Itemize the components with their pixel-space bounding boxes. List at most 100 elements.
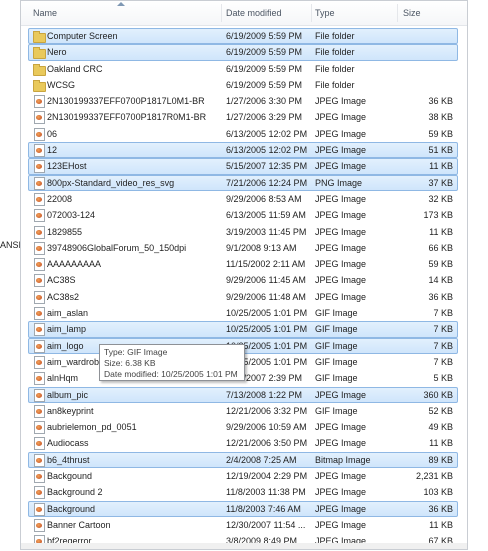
file-size: 59 KB bbox=[428, 128, 453, 139]
tooltip-date: Date modified: 10/25/2005 1:01 PM bbox=[104, 369, 238, 379]
file-name: b6_4thrust bbox=[47, 454, 90, 465]
file-name: Audiocass bbox=[47, 438, 89, 449]
file-size: 173 KB bbox=[423, 210, 453, 221]
file-type: JPEG Image bbox=[315, 422, 367, 433]
file-row[interactable]: Banner Cartoon 12/30/2007 11:54 ... JPEG I… bbox=[21, 517, 467, 533]
file-size: 11 KB bbox=[429, 519, 453, 530]
file-type: Bitmap Image bbox=[315, 454, 371, 465]
file-type: JPEG Image bbox=[315, 503, 367, 514]
image-icon bbox=[34, 111, 45, 125]
header-size[interactable]: Size bbox=[403, 1, 421, 25]
header-type[interactable]: Type bbox=[315, 1, 335, 25]
image-icon bbox=[34, 144, 45, 158]
file-row[interactable]: aubrielemon_pd_0051 9/29/2006 10:59 AM JPE… bbox=[21, 419, 467, 435]
file-row[interactable]: 22008 9/29/2006 8:53 AM JPEG Image 32 KB bbox=[21, 191, 467, 207]
file-name: Banner Cartoon bbox=[47, 519, 111, 530]
file-date-modified: 6/13/2005 12:02 PM bbox=[226, 145, 308, 156]
file-date-modified: 6/19/2009 5:59 PM bbox=[226, 79, 303, 90]
file-date-modified: 7/21/2006 12:24 PM bbox=[226, 177, 308, 188]
file-type: JPEG Image bbox=[315, 487, 367, 498]
file-row[interactable]: album_pic 7/13/2008 1:22 PM JPEG Image 360 … bbox=[21, 386, 467, 404]
file-row[interactable]: aim_lamp 10/25/2005 1:01 PM GIF Image 7 KB bbox=[21, 321, 467, 338]
image-icon bbox=[34, 404, 45, 418]
file-name: 2N130199337EFF0700P1817L0M1-BR bbox=[47, 96, 205, 107]
file-type: File folder bbox=[315, 47, 355, 58]
file-size: 52 KB bbox=[428, 405, 453, 416]
tooltip-size: Size: 6.38 KB bbox=[104, 358, 156, 368]
file-row[interactable]: WCSG 6/19/2009 5:59 PM File folder bbox=[21, 77, 467, 93]
file-size: 36 KB bbox=[428, 96, 453, 107]
file-size: 7 KB bbox=[433, 324, 453, 335]
image-icon bbox=[34, 209, 45, 223]
file-date-modified: 9/29/2006 11:48 AM bbox=[226, 291, 306, 302]
file-size: 103 KB bbox=[423, 487, 453, 498]
file-size: 66 KB bbox=[428, 242, 453, 253]
file-name: Background bbox=[47, 503, 96, 514]
file-row[interactable]: 800px-Standard_video_res_svg 7/21/2006 12… bbox=[21, 174, 467, 192]
header-date-modified[interactable]: Date modified bbox=[226, 1, 282, 25]
file-size: 7 KB bbox=[433, 340, 453, 351]
horizontal-scrollbar[interactable] bbox=[21, 543, 467, 549]
file-row[interactable]: Oakland CRC 6/19/2009 5:59 PM File folder bbox=[21, 61, 467, 77]
file-name: 072003-124 bbox=[47, 210, 96, 221]
file-row[interactable]: aim_aslan 10/25/2005 1:01 PM GIF Image 7 KB bbox=[21, 305, 467, 321]
file-row[interactable]: b6_4thrust 2/4/2008 7:25 AM Bitmap Image 89… bbox=[21, 451, 467, 469]
column-divider[interactable] bbox=[221, 4, 222, 22]
file-date-modified: 12/21/2006 3:50 PM bbox=[226, 438, 308, 449]
file-size: 2,231 KB bbox=[415, 471, 453, 482]
file-row[interactable]: AC38S 9/29/2006 11:45 AM JPEG Image 14 KB bbox=[21, 272, 467, 288]
file-name: Oakland CRC bbox=[47, 63, 103, 74]
file-row[interactable]: AAAAAAAAA 11/15/2002 2:11 AM JPEG Image 59 … bbox=[21, 256, 467, 272]
file-row[interactable]: 39748906GlobalForum_50_150dpi 9/1/2008 9:… bbox=[21, 240, 467, 256]
file-row[interactable]: Computer Screen 6/19/2009 5:59 PM File fol… bbox=[21, 28, 467, 45]
file-type: JPEG Image bbox=[315, 161, 367, 172]
header-name[interactable]: Name bbox=[33, 1, 57, 25]
file-type: JPEG Image bbox=[315, 471, 367, 482]
file-row[interactable]: 1829855 3/19/2003 11:45 PM JPEG Image 11 KB bbox=[21, 224, 467, 240]
clipped-left-text: ANSI bbox=[0, 240, 22, 250]
file-date-modified: 6/19/2009 5:59 PM bbox=[226, 47, 303, 58]
file-name: 39748906GlobalForum_50_150dpi bbox=[47, 242, 187, 253]
column-divider[interactable] bbox=[397, 4, 398, 22]
file-type: JPEG Image bbox=[315, 438, 367, 449]
file-row[interactable]: an8keyprint 12/21/2006 3:32 PM GIF Image 52… bbox=[21, 403, 467, 419]
tooltip-type: Type: GIF Image bbox=[104, 347, 168, 357]
file-name: Computer Screen bbox=[47, 31, 118, 41]
file-row[interactable]: Background 11/8/2003 7:46 AM JPEG Image 36 … bbox=[21, 500, 467, 518]
folder-icon bbox=[33, 47, 46, 60]
file-name: WCSG bbox=[47, 79, 75, 90]
file-row[interactable]: AC38s2 9/29/2006 11:48 AM JPEG Image 36 KB bbox=[21, 289, 467, 305]
file-row[interactable]: 12 6/13/2005 12:02 PM JPEG Image 51 KB bbox=[21, 142, 467, 159]
column-divider[interactable] bbox=[311, 4, 312, 22]
file-type: GIF Image bbox=[315, 324, 358, 335]
file-row[interactable]: 06 6/13/2005 12:02 PM JPEG Image 59 KB bbox=[21, 126, 467, 142]
file-row[interactable]: 2N130199337EFF0700P1817L0M1-BR 1/27/2006 … bbox=[21, 93, 467, 109]
file-size: 7 KB bbox=[433, 308, 453, 319]
file-name: Background 2 bbox=[47, 487, 103, 498]
file-size: 32 KB bbox=[428, 193, 453, 204]
image-icon bbox=[34, 192, 45, 206]
file-date-modified: 12/30/2007 11:54 ... bbox=[226, 519, 306, 530]
file-row[interactable]: Background 2 11/8/2003 11:38 PM JPEG Image… bbox=[21, 484, 467, 500]
file-type: File folder bbox=[315, 63, 355, 74]
file-size: 38 KB bbox=[428, 112, 453, 123]
file-size: 14 KB bbox=[428, 275, 453, 286]
file-date-modified: 9/29/2006 10:59 AM bbox=[226, 422, 307, 433]
file-row[interactable]: Audiocass 12/21/2006 3:50 PM JPEG Image 11 … bbox=[21, 435, 467, 451]
file-size: 36 KB bbox=[428, 503, 453, 514]
image-icon bbox=[34, 502, 45, 516]
file-name: 22008 bbox=[47, 193, 73, 204]
file-name: aim_lamp bbox=[47, 324, 87, 335]
file-name: Backgound bbox=[47, 471, 93, 482]
file-row[interactable]: 2N130199337EFF0700P1817R0M1-BR 1/27/2006 … bbox=[21, 109, 467, 125]
file-size bbox=[397, 28, 453, 44]
file-row[interactable]: Backgound 12/19/2004 2:29 PM JPEG Image 2,2… bbox=[21, 468, 467, 484]
file-row[interactable]: 123EHost 5/15/2007 12:35 PM JPEG Image 11 K… bbox=[21, 158, 467, 175]
file-name: 123EHost bbox=[47, 161, 87, 172]
file-date-modified: 5/15/2007 12:35 PM bbox=[226, 161, 308, 172]
file-name: 2N130199337EFF0700P1817R0M1-BR bbox=[47, 112, 207, 123]
image-icon bbox=[34, 274, 45, 288]
file-row[interactable]: Nero 6/19/2009 5:59 PM File folder bbox=[21, 44, 467, 61]
file-date-modified: 10/25/2005 1:01 PM bbox=[226, 324, 308, 335]
file-row[interactable]: 072003-124 6/13/2005 11:59 AM JPEG Image 17… bbox=[21, 207, 467, 223]
